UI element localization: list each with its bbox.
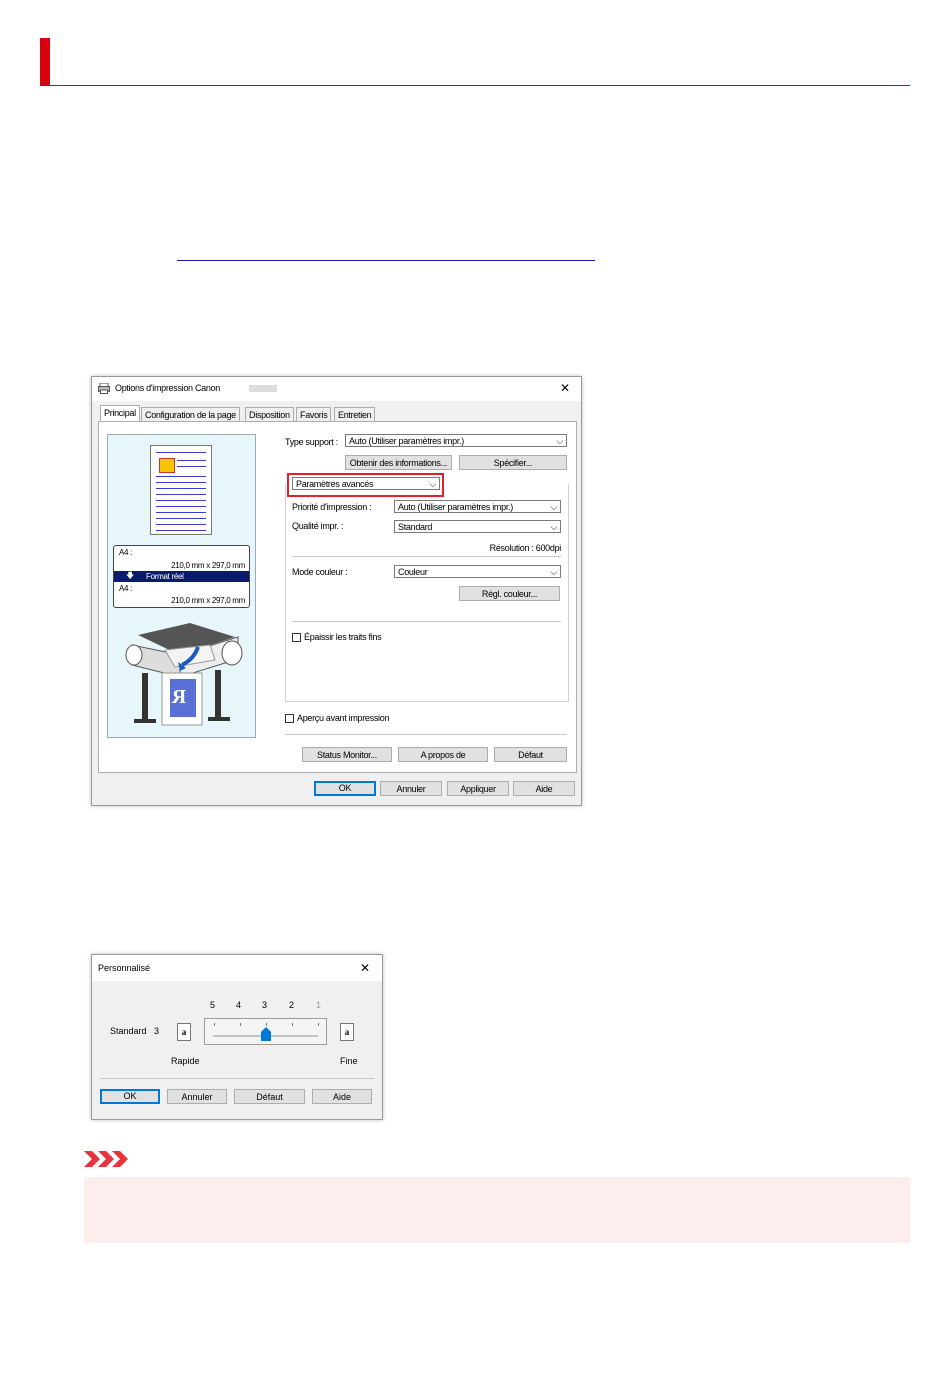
down-arrow-icon: 🡇: [126, 571, 134, 580]
fast-quality-icon: a: [177, 1023, 191, 1041]
scale-label-1: 1: [316, 1000, 322, 1010]
about-button[interactable]: A propos de: [398, 747, 488, 762]
media-type-value: Auto (Utiliser paramètres impr.): [349, 436, 464, 446]
title-redacted: [249, 385, 277, 392]
color-settings-button[interactable]: Régl. couleur...: [459, 586, 560, 601]
print-quality-label: Qualité impr. :: [292, 521, 344, 531]
divider: [292, 621, 561, 622]
fine-label: Fine: [340, 1056, 358, 1066]
close-icon[interactable]: ✕: [560, 381, 570, 395]
print-priority-label: Priorité d'impression :: [292, 502, 372, 512]
page-preview: [150, 445, 212, 535]
paper-size-box: A4 : 210,0 mm x 297,0 mm 🡇 Format réel A…: [113, 545, 250, 608]
media-type-label: Type support :: [285, 437, 338, 447]
scale-label-5: 5: [210, 1000, 216, 1010]
dialog-title: Options d'impression Canon: [115, 383, 220, 393]
real-size-label: Format réel: [146, 572, 184, 581]
section-heading-marker: [40, 38, 50, 86]
help-button[interactable]: Aide: [312, 1089, 372, 1104]
color-graphic-icon: [159, 458, 175, 473]
thicken-lines-label: Épaissir les traits fins: [304, 632, 382, 642]
ok-button[interactable]: OK: [314, 781, 376, 796]
tab-panel: A4 : 210,0 mm x 297,0 mm 🡇 Format réel A…: [98, 421, 577, 773]
print-preview-checkbox[interactable]: [285, 714, 294, 723]
default-button[interactable]: Défaut: [494, 747, 567, 762]
fast-label: Rapide: [171, 1056, 200, 1066]
help-button[interactable]: Aide: [513, 781, 575, 796]
scale-label-4: 4: [236, 1000, 242, 1010]
important-chevrons-icon: [84, 1151, 128, 1167]
paper-size-label: A4 :: [119, 548, 133, 557]
print-preview-label: Aperçu avant impression: [297, 713, 390, 723]
print-priority-value: Auto (Utiliser paramètres impr.): [398, 502, 513, 512]
real-size-bar: 🡇 Format réel: [114, 571, 249, 582]
print-options-dialog: Options d'impression Canon ✕ Principal C…: [91, 376, 582, 806]
divider: [285, 734, 567, 735]
cancel-button[interactable]: Annuler: [380, 781, 442, 796]
divider: [292, 556, 561, 557]
dialog-title-bar: Personnalisé ✕: [92, 955, 382, 981]
default-button[interactable]: Défaut: [234, 1089, 305, 1104]
quality-name: Standard: [110, 1026, 147, 1036]
specify-button[interactable]: Spécifier...: [459, 455, 567, 470]
media-type-select[interactable]: Auto (Utiliser paramètres impr.) ⌵: [345, 434, 567, 447]
print-priority-select[interactable]: Auto (Utiliser paramètres impr.) ⌵: [394, 500, 561, 513]
close-icon[interactable]: ✕: [360, 961, 370, 975]
chevron-down-icon: ⌵: [550, 567, 557, 577]
chevron-down-icon: ⌵: [550, 502, 557, 512]
scale-label-3: 3: [262, 1000, 268, 1010]
cancel-button[interactable]: Annuler: [167, 1089, 227, 1104]
print-quality-value: Standard: [398, 522, 433, 532]
preview-pane: A4 : 210,0 mm x 297,0 mm 🡇 Format réel A…: [107, 434, 256, 738]
output-size-label: A4 :: [119, 584, 133, 593]
reference-link-underline[interactable]: [177, 260, 595, 261]
dialog-title: Personnalisé: [98, 963, 151, 973]
important-note-box: [84, 1177, 910, 1243]
dialog-title-bar: Options d'impression Canon ✕: [92, 377, 581, 401]
output-size-value: 210,0 mm x 297,0 mm: [171, 596, 245, 605]
printer-icon: [98, 382, 110, 396]
print-quality-select[interactable]: Standard ⌵: [394, 520, 561, 533]
chevron-down-icon: ⌵: [550, 522, 557, 532]
paper-size-value: 210,0 mm x 297,0 mm: [171, 561, 245, 570]
color-mode-label: Mode couleur :: [292, 567, 348, 577]
get-info-button[interactable]: Obtenir des informations...: [345, 455, 452, 470]
quality-level: 3: [154, 1026, 160, 1036]
quality-slider[interactable]: [204, 1018, 327, 1045]
divider: [100, 1078, 374, 1079]
apply-button[interactable]: Appliquer: [447, 781, 509, 796]
custom-quality-dialog: Personnalisé ✕ 5 4 3 2 1 Standard 3 a a …: [91, 954, 383, 1120]
ok-button[interactable]: OK: [100, 1089, 160, 1104]
thicken-lines-checkbox[interactable]: [292, 633, 301, 642]
fine-quality-icon: a: [340, 1023, 354, 1041]
status-monitor-button[interactable]: Status Monitor...: [302, 747, 392, 762]
preview-letter: R: [172, 686, 187, 708]
section-heading-rule: [40, 85, 910, 86]
slider-thumb[interactable]: [261, 1027, 271, 1041]
chevron-down-icon: ⌵: [556, 436, 563, 446]
scale-label-2: 2: [289, 1000, 295, 1010]
color-mode-value: Couleur: [398, 567, 428, 577]
printer-illustration: [125, 623, 243, 726]
resolution-text: Résolution : 600dpi: [489, 543, 562, 553]
color-mode-select[interactable]: Couleur ⌵: [394, 565, 561, 578]
